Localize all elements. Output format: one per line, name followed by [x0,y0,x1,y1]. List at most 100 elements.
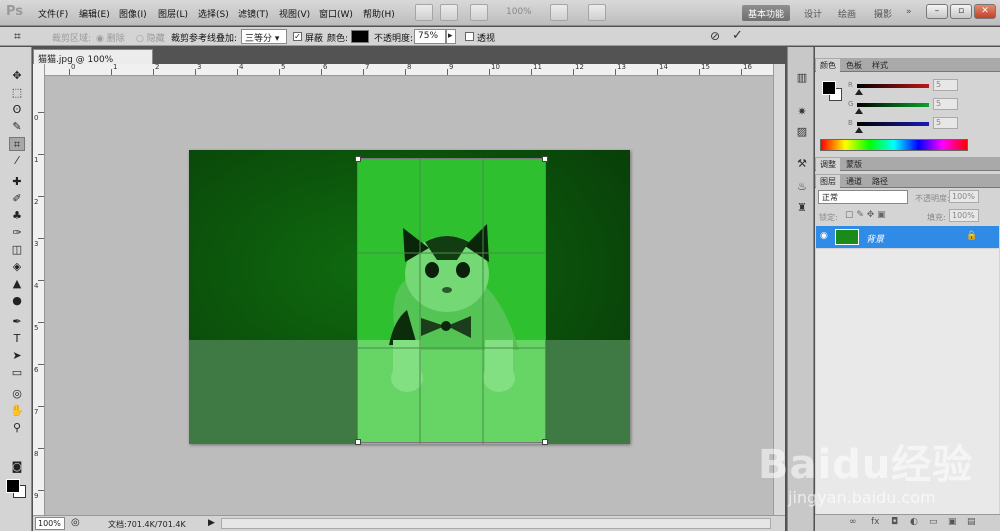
horizontal-scrollbar[interactable] [221,518,771,529]
delete-radio[interactable]: ◉ 删除 [96,31,125,44]
foreground-color[interactable] [6,479,20,493]
perspective-checkbox[interactable] [465,32,474,41]
workspace-painting[interactable]: 绘画 [834,5,860,21]
lasso-tool-icon[interactable]: ʘ [9,103,25,117]
quick-mask-icon[interactable]: ◙ [9,460,25,474]
menu-window[interactable]: 窗口(W) [319,7,353,20]
paint-bucket-tool-icon[interactable]: ◈ [9,260,25,274]
restore-button[interactable]: ▫ [950,4,972,19]
tab-color[interactable]: 颜色 [816,59,840,72]
marquee-tool-icon[interactable]: ⬚ [9,86,25,100]
crop-tool-icon[interactable]: ⌗ [9,137,25,151]
tab-adjustments[interactable]: 调整 [816,158,840,171]
bridge-icon[interactable] [415,4,433,21]
menu-filter[interactable]: 滤镜(T) [238,7,269,20]
workspace-basic[interactable]: 基本功能 [742,5,791,21]
eyedropper-tool-icon[interactable]: ⁄ [9,154,25,168]
channel-b-value[interactable]: 5 [933,117,958,129]
menu-view[interactable]: 视图(V) [279,7,310,20]
blend-mode-select[interactable]: 正常 [818,190,908,204]
hand-tool-icon[interactable]: ✋ [9,404,25,418]
layer-mask-icon[interactable]: ◘ [891,517,898,527]
healing-brush-tool-icon[interactable]: ✚ [9,175,25,189]
workspace-design[interactable]: 设计 [800,5,826,21]
menu-select[interactable]: 选择(S) [198,7,229,20]
opacity-arrow-icon[interactable]: ▸ [446,29,456,44]
arrange-documents-icon[interactable] [550,4,568,21]
menu-image[interactable]: 图像(I) [119,7,147,20]
3d-rotate-tool-icon[interactable]: ◎ [9,387,25,401]
status-menu-arrow-icon[interactable]: ▶ [208,518,215,528]
layer-style-icon[interactable]: fx [871,517,880,527]
channel-b-knob[interactable] [855,127,863,133]
channel-g-knob[interactable] [855,108,863,114]
crop-handle-top-right[interactable] [542,156,548,162]
opacity-input[interactable]: 75% [414,29,446,44]
lock-icons[interactable]: ▢ ✎ ✥ ▣ [845,210,886,220]
crop-handle-top-left[interactable] [355,156,361,162]
history-brush-tool-icon[interactable]: ✑ [9,226,25,240]
delete-layer-icon[interactable]: ▤ [967,517,976,527]
histogram-panel-icon[interactable]: ▥ [795,71,809,84]
menu-edit[interactable]: 编辑(E) [79,7,110,20]
layer-opacity-input[interactable]: 100% [949,190,979,203]
shield-color-swatch[interactable] [351,30,369,43]
type-tool-icon[interactable]: T [9,332,25,346]
crop-handle-bottom-left[interactable] [355,439,361,445]
brush-tool-icon[interactable]: ✐ [9,192,25,206]
screen-mode-icon[interactable] [588,4,606,21]
tab-masks[interactable]: 蒙版 [842,158,866,171]
adjustment-layer-icon[interactable]: ◐ [910,517,918,527]
menu-layer[interactable]: 图层(L) [158,7,188,20]
channel-g-value[interactable]: 5 [933,98,958,110]
info-panel-icon[interactable]: ▨ [795,125,809,138]
clone-stamp-tool-icon[interactable]: ♣ [9,209,25,223]
shape-tool-icon[interactable]: ▭ [9,366,25,380]
crop-selection[interactable] [355,156,548,445]
shield-checkbox[interactable]: ✓ [293,32,302,41]
document-tab[interactable]: 猫猫.jpg @ 100%(RGB/8) ⊠ [33,49,153,75]
layer-row-background[interactable]: ◉ 背景 🔒 [816,226,999,248]
tab-styles[interactable]: 样式 [868,59,892,72]
hide-radio[interactable]: ○ 隐藏 [136,31,165,44]
path-select-tool-icon[interactable]: ➤ [9,349,25,363]
eraser-tool-icon[interactable]: ◫ [9,243,25,257]
tab-layers[interactable]: 图层 [816,175,840,188]
status-info-icon[interactable]: ◎ [71,517,80,528]
channel-g-slider[interactable] [857,103,929,107]
tab-channels[interactable]: 通道 [842,175,866,188]
menu-file[interactable]: 文件(F) [38,7,68,20]
new-layer-icon[interactable]: ▣ [948,517,957,527]
status-zoom-input[interactable]: 100% [35,517,65,530]
panel-foreground-color[interactable] [822,81,836,95]
layer-visibility-eye-icon[interactable]: ◉ [820,231,828,241]
fill-input[interactable]: 100% [949,209,979,222]
menu-help[interactable]: 帮助(H) [363,7,395,20]
close-button[interactable]: ✕ [974,4,996,19]
mini-bridge-icon[interactable] [440,4,458,21]
zoom-tool-icon[interactable]: ⚲ [9,421,25,435]
blur-tool-icon[interactable]: ▲ [9,277,25,291]
link-layers-icon[interactable]: ∞ [849,517,857,527]
channel-b-slider[interactable] [857,122,929,126]
commit-crop-icon[interactable]: ✓ [732,28,743,43]
move-tool-icon[interactable]: ✥ [9,69,25,83]
clone-source-panel-icon[interactable]: ♨ [795,180,809,193]
minimize-button[interactable]: – [926,4,948,19]
workspace-more[interactable]: » [902,5,916,21]
view-extras-icon[interactable] [470,4,488,21]
tab-swatches[interactable]: 色板 [842,59,866,72]
pen-tool-icon[interactable]: ✒ [9,315,25,329]
character-panel-icon[interactable]: ♜ [795,201,809,214]
zoom-level[interactable]: 100% [506,7,532,17]
navigator-panel-icon[interactable]: ✷ [795,105,809,118]
overlay-select[interactable]: 三等分 ▾ [241,29,287,44]
tab-paths[interactable]: 路径 [868,175,892,188]
quick-select-tool-icon[interactable]: ✎ [9,120,25,134]
channel-r-knob[interactable] [855,89,863,95]
crop-tool-icon[interactable]: ⌗ [14,29,21,44]
workspace-photography[interactable]: 摄影 [870,5,896,21]
channel-r-slider[interactable] [857,84,929,88]
cancel-crop-icon[interactable]: ⊘ [710,29,720,43]
new-group-icon[interactable]: ▭ [929,517,938,527]
